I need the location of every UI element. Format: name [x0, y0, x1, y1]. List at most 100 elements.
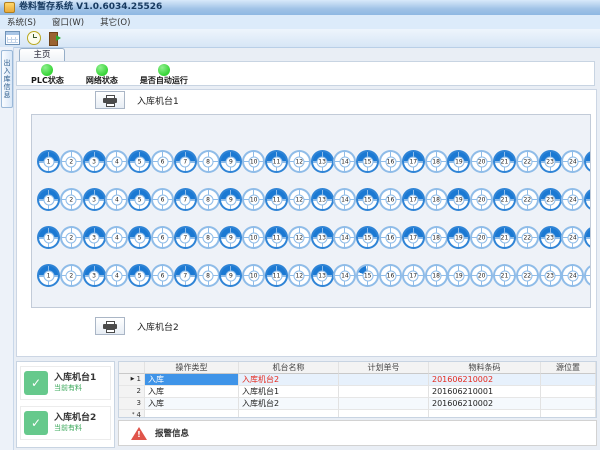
column-header[interactable]: 操作类型 [145, 362, 239, 374]
column-header[interactable]: 物料条码 [429, 362, 541, 374]
table-row[interactable]: 3入库入库机台2201606210002 [119, 398, 596, 410]
slot-circle[interactable]: 11 [265, 226, 288, 249]
slot-circle[interactable]: 4 [105, 264, 128, 287]
slot-circle[interactable]: 2 [60, 150, 83, 173]
slot-circle[interactable]: 8 [197, 150, 220, 173]
slot-circle[interactable]: 3 [83, 226, 106, 249]
slot-circle[interactable]: 23 [539, 150, 562, 173]
slot-circle[interactable]: 15 [356, 264, 379, 287]
print-button-station2[interactable] [95, 317, 125, 335]
side-tab[interactable]: 出入库信息 [1, 50, 13, 108]
slot-circle[interactable]: 18 [425, 226, 448, 249]
slot-circle[interactable]: 14 [333, 264, 356, 287]
slot-circle[interactable]: 6 [151, 150, 174, 173]
slot-circle[interactable]: 14 [333, 150, 356, 173]
slot-circle[interactable]: 5 [128, 150, 151, 173]
slot-circle[interactable]: 11 [265, 264, 288, 287]
slot-circle[interactable]: 6 [151, 188, 174, 211]
table-row[interactable]: ▶1入库入库机台2201606210002 [119, 374, 596, 386]
slot-circle[interactable]: 12 [288, 150, 311, 173]
slot-circle[interactable]: 14 [333, 226, 356, 249]
slot-circle[interactable]: 4 [105, 226, 128, 249]
slot-circle[interactable]: 8 [197, 226, 220, 249]
slot-circle[interactable]: 1 [37, 188, 60, 211]
slot-circle[interactable]: 14 [333, 188, 356, 211]
menu-system[interactable]: 系统(S) [7, 16, 36, 28]
menu-window[interactable]: 窗口(W) [52, 16, 84, 28]
slot-circle[interactable]: 11 [265, 150, 288, 173]
column-header[interactable]: 计划单号 [339, 362, 429, 374]
slot-circle[interactable]: 2 [60, 188, 83, 211]
slot-circle[interactable]: 19 [447, 188, 470, 211]
slot-circle[interactable]: 13 [311, 188, 334, 211]
slot-circle[interactable]: 16 [379, 150, 402, 173]
slot-circle[interactable]: 19 [447, 264, 470, 287]
slot-circle[interactable]: 5 [128, 264, 151, 287]
slot-circle[interactable]: 20 [470, 188, 493, 211]
slot-circle[interactable]: 15 [356, 188, 379, 211]
slot-circle[interactable]: 3 [83, 188, 106, 211]
slot-circle[interactable]: 7 [174, 188, 197, 211]
slot-circle[interactable]: 20 [470, 150, 493, 173]
slot-circle[interactable]: 7 [174, 226, 197, 249]
slot-circle[interactable]: 8 [197, 188, 220, 211]
slot-circle[interactable]: 13 [311, 264, 334, 287]
slot-circle[interactable]: 23 [539, 226, 562, 249]
slot-circle[interactable]: 12 [288, 226, 311, 249]
slot-circle[interactable]: 25 [584, 150, 591, 173]
slot-circle[interactable]: 5 [128, 188, 151, 211]
slot-circle[interactable]: 20 [470, 226, 493, 249]
slot-circle[interactable]: 25 [584, 226, 591, 249]
slot-circle[interactable]: 10 [242, 150, 265, 173]
slot-circle[interactable]: 22 [516, 226, 539, 249]
slot-circle[interactable]: 24 [561, 264, 584, 287]
slot-circle[interactable]: 13 [311, 150, 334, 173]
slot-circle[interactable]: 12 [288, 188, 311, 211]
slot-circle[interactable]: 24 [561, 150, 584, 173]
slot-circle[interactable]: 8 [197, 264, 220, 287]
tab-home[interactable]: 主页 [19, 48, 65, 62]
slot-circle[interactable]: 22 [516, 264, 539, 287]
slot-circle[interactable]: 20 [470, 264, 493, 287]
slot-circle[interactable]: 5 [128, 226, 151, 249]
slot-circle[interactable]: 18 [425, 188, 448, 211]
menu-other[interactable]: 其它(O) [100, 16, 130, 28]
slot-circle[interactable]: 2 [60, 264, 83, 287]
slot-circle[interactable]: 19 [447, 226, 470, 249]
slot-circle[interactable]: 4 [105, 150, 128, 173]
slot-circle[interactable]: 19 [447, 150, 470, 173]
slot-circle[interactable]: 25 [584, 188, 591, 211]
slot-circle[interactable]: 24 [561, 188, 584, 211]
slot-circle[interactable]: 16 [379, 264, 402, 287]
table-row[interactable]: 2入库入库机台1201606210001 [119, 386, 596, 398]
slot-circle[interactable]: 18 [425, 150, 448, 173]
slot-circle[interactable]: 21 [493, 226, 516, 249]
slot-circle[interactable]: 21 [493, 150, 516, 173]
slot-circle[interactable]: 12 [288, 264, 311, 287]
slot-circle[interactable]: 21 [493, 188, 516, 211]
slot-circle[interactable]: 17 [402, 188, 425, 211]
slot-circle[interactable]: 25 [584, 264, 591, 287]
slot-circle[interactable]: 17 [402, 264, 425, 287]
column-header[interactable]: 机台名称 [239, 362, 339, 374]
slot-circle[interactable]: 10 [242, 226, 265, 249]
slot-circle[interactable]: 15 [356, 150, 379, 173]
slot-circle[interactable]: 16 [379, 226, 402, 249]
clock-button[interactable] [26, 30, 42, 46]
slot-circle[interactable]: 23 [539, 264, 562, 287]
slot-circle[interactable]: 10 [242, 188, 265, 211]
slot-circle[interactable]: 18 [425, 264, 448, 287]
slot-circle[interactable]: 1 [37, 264, 60, 287]
column-header[interactable]: 源位置 [541, 362, 596, 374]
slot-circle[interactable]: 7 [174, 264, 197, 287]
slot-circle[interactable]: 10 [242, 264, 265, 287]
slot-circle[interactable]: 23 [539, 188, 562, 211]
slot-circle[interactable]: 11 [265, 188, 288, 211]
slot-circle[interactable]: 2 [60, 226, 83, 249]
slot-circle[interactable]: 16 [379, 188, 402, 211]
slot-circle[interactable]: 9 [219, 264, 242, 287]
slot-circle[interactable]: 9 [219, 226, 242, 249]
slot-circle[interactable]: 15 [356, 226, 379, 249]
slot-circle[interactable]: 22 [516, 188, 539, 211]
slot-circle[interactable]: 13 [311, 226, 334, 249]
